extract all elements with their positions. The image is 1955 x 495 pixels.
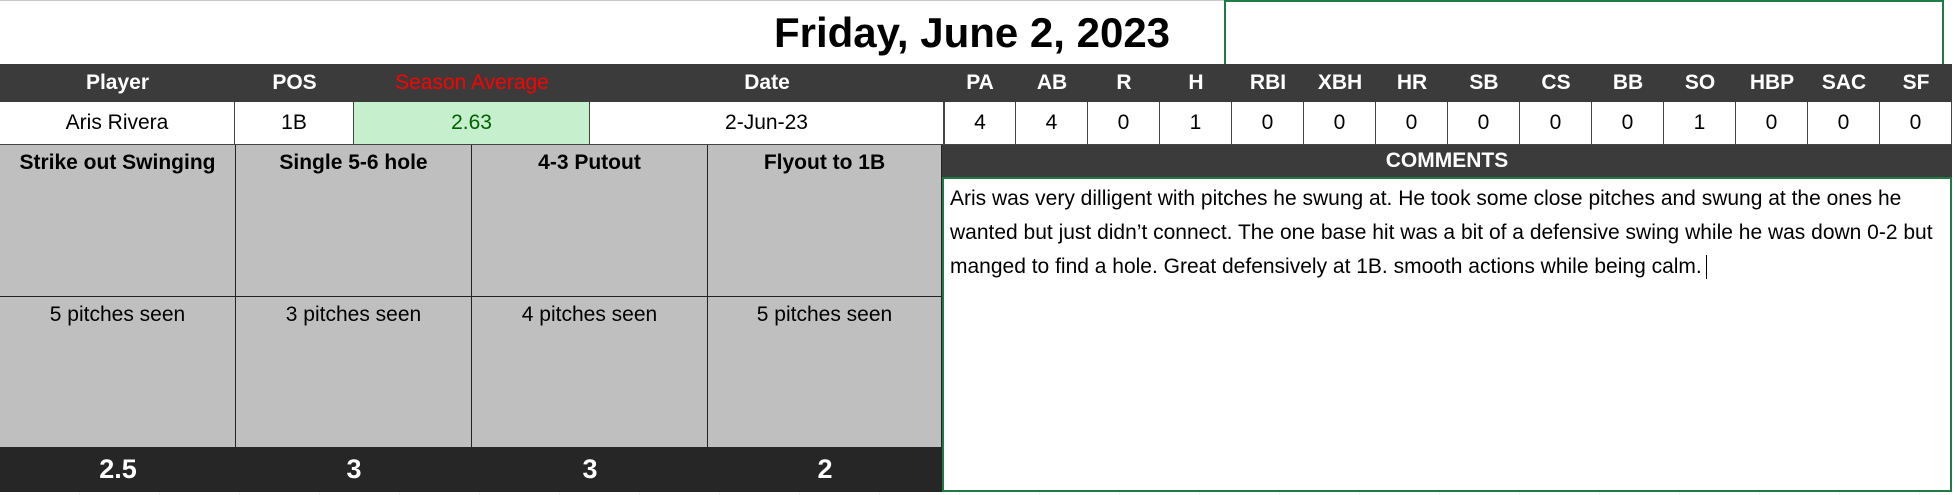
header-h: H bbox=[1188, 71, 1204, 94]
at-bat-1-pitches[interactable]: 5 pitches seen bbox=[0, 297, 236, 447]
header-hbp: HBP bbox=[1749, 71, 1795, 94]
header-r: R bbox=[1116, 71, 1132, 94]
at-bat-1-score[interactable]: 2.5 bbox=[0, 447, 236, 492]
at-bat-4-score[interactable]: 2 bbox=[708, 447, 942, 492]
cell-sf[interactable]: 0 bbox=[1880, 102, 1952, 145]
cell-pos[interactable]: 1B bbox=[235, 102, 354, 145]
text-cursor bbox=[1705, 255, 1707, 280]
header-sb: SB bbox=[1469, 71, 1499, 94]
at-bat-3-score[interactable]: 3 bbox=[472, 447, 708, 492]
cell-season-average[interactable]: 2.63 bbox=[354, 102, 590, 145]
header-xbh: XBH bbox=[1317, 71, 1363, 94]
header-bb: BB bbox=[1612, 71, 1644, 94]
comments-header: COMMENTS bbox=[942, 145, 1952, 177]
header-so: SO bbox=[1684, 71, 1716, 94]
header-player: Player bbox=[85, 71, 150, 94]
page-title: Friday, June 2, 2023 bbox=[0, 0, 1944, 65]
cell-pa[interactable]: 4 bbox=[944, 102, 1016, 145]
header-season-average: Season Average bbox=[395, 71, 549, 94]
cell-player[interactable]: Aris Rivera bbox=[0, 102, 235, 145]
cell-hbp[interactable]: 0 bbox=[1736, 102, 1808, 145]
header-hr: HR bbox=[1396, 71, 1428, 94]
comments-textbox[interactable]: Aris was very dilligent with pitches he … bbox=[942, 177, 1952, 492]
header-pa: PA bbox=[966, 71, 994, 94]
cell-bb[interactable]: 0 bbox=[1592, 102, 1664, 145]
cell-r[interactable]: 0 bbox=[1088, 102, 1160, 145]
cell-date[interactable]: 2-Jun-23 bbox=[590, 102, 944, 145]
at-bat-2-score[interactable]: 3 bbox=[236, 447, 472, 492]
at-bat-1-result[interactable]: Strike out Swinging bbox=[0, 145, 236, 297]
cell-sb[interactable]: 0 bbox=[1448, 102, 1520, 145]
at-bat-4-pitches[interactable]: 5 pitches seen bbox=[708, 297, 942, 447]
cell-hr[interactable]: 0 bbox=[1376, 102, 1448, 145]
cell-cs[interactable]: 0 bbox=[1520, 102, 1592, 145]
header-pos: POS bbox=[272, 71, 317, 94]
at-bat-3-result[interactable]: 4-3 Putout bbox=[472, 145, 708, 297]
comments-text: Aris was very dilligent with pitches he … bbox=[950, 187, 1933, 278]
at-bat-2-result[interactable]: Single 5-6 hole bbox=[236, 145, 472, 297]
at-bat-2-pitches[interactable]: 3 pitches seen bbox=[236, 297, 472, 447]
cell-xbh[interactable]: 0 bbox=[1304, 102, 1376, 145]
cell-ab[interactable]: 4 bbox=[1016, 102, 1088, 145]
cell-h[interactable]: 1 bbox=[1160, 102, 1232, 145]
at-bat-4-result[interactable]: Flyout to 1B bbox=[708, 145, 942, 297]
header-date: Date bbox=[744, 71, 790, 94]
cell-rbi[interactable]: 0 bbox=[1232, 102, 1304, 145]
cell-sac[interactable]: 0 bbox=[1808, 102, 1880, 145]
header-rbi: RBI bbox=[1249, 71, 1287, 94]
header-row: Player POS Season Average Date PA AB R H… bbox=[0, 64, 1952, 102]
header-ab: AB bbox=[1036, 71, 1068, 94]
header-cs: CS bbox=[1541, 71, 1571, 94]
header-sf: SF bbox=[1902, 71, 1930, 94]
at-bat-3-pitches[interactable]: 4 pitches seen bbox=[472, 297, 708, 447]
header-sac: SAC bbox=[1821, 71, 1867, 94]
cell-so[interactable]: 1 bbox=[1664, 102, 1736, 145]
